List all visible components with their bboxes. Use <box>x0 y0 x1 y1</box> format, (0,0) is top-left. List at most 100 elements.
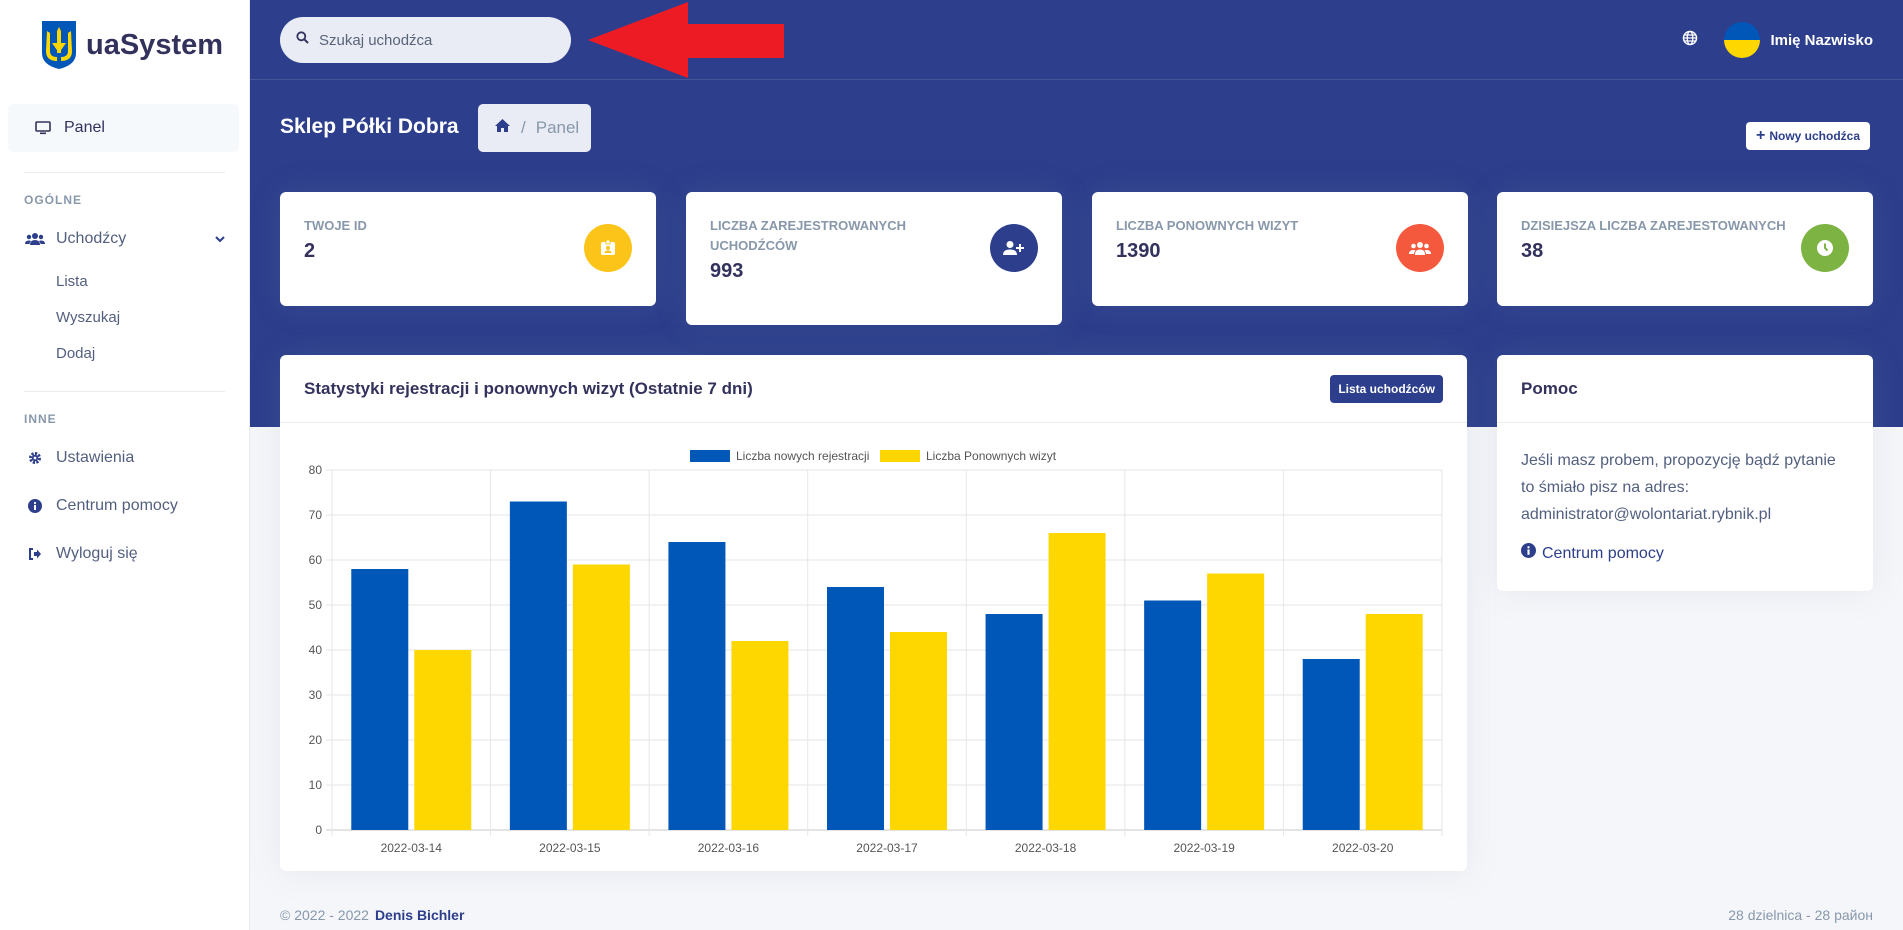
refugee-list-button[interactable]: Lista uchodźców <box>1330 374 1443 403</box>
x-tick-label: 2022-03-15 <box>539 841 601 855</box>
y-tick-label: 80 <box>309 463 323 477</box>
search-box[interactable] <box>280 17 571 63</box>
y-tick-label: 40 <box>309 643 323 657</box>
x-tick-label: 2022-03-20 <box>1332 841 1394 855</box>
info-circle-icon <box>24 495 46 517</box>
bar <box>509 501 567 830</box>
breadcrumb-current: Panel <box>535 118 580 137</box>
legend-swatch <box>690 450 730 462</box>
topbar: Imię Nazwisko <box>250 0 1903 80</box>
x-tick-label: 2022-03-16 <box>698 841 760 855</box>
author-link[interactable]: Denis Bichler <box>375 907 464 923</box>
stat-label: LICZBA ZAREJESTROWANYCH UCHODŹCÓW <box>710 218 906 253</box>
trident-logo-icon <box>42 21 76 69</box>
help-center-link[interactable]: Centrum pomocy <box>1521 540 1849 567</box>
sidebar-item-label: Wyloguj się <box>56 545 138 562</box>
bar <box>1048 533 1106 830</box>
stat-value: 1390 <box>1116 240 1161 262</box>
stat-card-today: DZISIEJSZA LICZBA ZAREJESTOWANYCH 38 <box>1497 192 1873 306</box>
sidebar-subitem-add[interactable]: Dodaj <box>0 335 249 371</box>
x-tick-label: 2022-03-18 <box>1015 841 1077 855</box>
help-title: Pomoc <box>1497 355 1873 423</box>
y-tick-label: 50 <box>309 598 323 612</box>
sidebar-item-logout[interactable]: Wyloguj się <box>0 530 249 578</box>
bar <box>1144 600 1202 830</box>
new-refugee-button[interactable]: + Nowy uchodźca <box>1746 122 1871 150</box>
x-tick-label: 2022-03-17 <box>856 841 918 855</box>
chart-card: Statystyki rejestracji i ponownych wizyt… <box>280 355 1467 871</box>
plus-icon: + <box>1756 127 1766 144</box>
id-badge-icon <box>584 224 632 272</box>
breadcrumb-separator: / <box>521 118 526 137</box>
stat-value: 993 <box>710 260 744 282</box>
stat-card-your-id: TWOJE ID 2 <box>280 192 656 306</box>
x-tick-label: 2022-03-14 <box>381 841 443 855</box>
brand[interactable]: uaSystem <box>0 0 249 90</box>
bar <box>668 542 726 830</box>
avatar <box>1724 22 1761 58</box>
sidebar-item-panel[interactable]: Panel <box>8 104 239 152</box>
stat-card-return-visits: LICZBA PONOWNYCH WIZYT 1390 <box>1092 192 1468 306</box>
stat-label: DZISIEJSZA LICZBA ZAREJESTOWANYCH <box>1521 218 1786 233</box>
y-tick-label: 0 <box>315 823 322 837</box>
bar <box>890 632 947 830</box>
chart-card-title: Statystyki rejestracji i ponownych wizyt… <box>304 378 753 398</box>
footer-district: 28 dzielnica - 28 район <box>1728 907 1873 923</box>
stat-label: LICZBA PONOWNYCH WIZYT <box>1116 218 1299 233</box>
nav-heading-other: INNE <box>24 412 57 426</box>
bar-chart: 0 10 20 30 40 50 60 70 80 2022-03-14 2022-03-15 202… <box>309 449 1443 855</box>
new-refugee-button-label: Nowy uchodźca <box>1769 129 1861 143</box>
sidebar-item-label: Uchodźcy <box>56 230 127 247</box>
stat-value: 2 <box>304 240 316 262</box>
stat-value: 38 <box>1521 240 1544 262</box>
search-input[interactable] <box>319 31 539 49</box>
chart-header: Statystyki rejestracji i ponownych wizyt… <box>280 355 1467 423</box>
sign-out-icon <box>24 543 46 565</box>
user-name: Imię Nazwisko <box>1770 31 1873 49</box>
globe-icon[interactable] <box>1682 30 1698 51</box>
help-center-link-label: Centrum pomocy <box>1542 545 1664 562</box>
sidebar-item-settings[interactable]: Ustawienia <box>0 434 249 482</box>
y-tick-label: 60 <box>309 553 323 567</box>
legend-swatch <box>880 450 920 462</box>
footer-copyright: © 2022 - 2022 Denis Bichler <box>280 907 464 923</box>
bar <box>1302 659 1360 830</box>
bar <box>731 641 789 830</box>
sidebar-subitem-search[interactable]: Wyszukaj <box>0 299 249 335</box>
bar <box>572 564 630 830</box>
y-tick-label: 10 <box>309 778 323 792</box>
breadcrumb: / Panel <box>478 104 591 152</box>
stat-card-registered: LICZBA ZAREJESTROWANYCH UCHODŹCÓW 993 <box>686 192 1062 325</box>
copyright-text: © 2022 - 2022 <box>280 907 369 923</box>
bar <box>985 614 1043 830</box>
help-text: Jeśli masz probem, propozycję bądź pytan… <box>1521 452 1836 523</box>
divider <box>24 172 225 173</box>
divider <box>24 391 225 392</box>
help-card: Pomoc Jeśli masz probem, propozycję bądź… <box>1497 355 1873 591</box>
legend-label: Liczba Ponownych wizyt <box>926 449 1057 463</box>
clock-icon <box>1801 224 1849 272</box>
home-icon[interactable] <box>494 118 511 138</box>
bar <box>414 650 472 830</box>
y-tick-label: 70 <box>309 508 323 522</box>
nav-heading-general: OGÓLNE <box>24 193 83 207</box>
bar <box>827 587 884 830</box>
red-arrow-annotation <box>588 2 784 78</box>
y-tick-label: 30 <box>309 688 323 702</box>
users-icon <box>1396 224 1444 272</box>
brand-name: uaSystem <box>86 28 224 61</box>
sidebar-item-label: Panel <box>64 119 105 136</box>
sidebar-item-label: Ustawienia <box>56 449 135 466</box>
info-circle-icon <box>1521 540 1536 567</box>
chevron-down-icon <box>215 230 225 248</box>
user-menu[interactable]: Imię Nazwisko <box>1724 22 1873 58</box>
sidebar-item-label: Centrum pomocy <box>56 497 178 514</box>
bar <box>1365 614 1423 830</box>
sidebar-item-refugees[interactable]: Uchodźcy <box>0 215 249 263</box>
search-icon <box>296 31 309 49</box>
sidebar-item-help[interactable]: Centrum pomocy <box>0 482 249 530</box>
monitor-icon <box>32 117 54 139</box>
y-tick-label: 20 <box>309 733 323 747</box>
sidebar-subitem-list[interactable]: Lista <box>0 263 249 299</box>
stat-label: TWOJE ID <box>304 218 367 233</box>
